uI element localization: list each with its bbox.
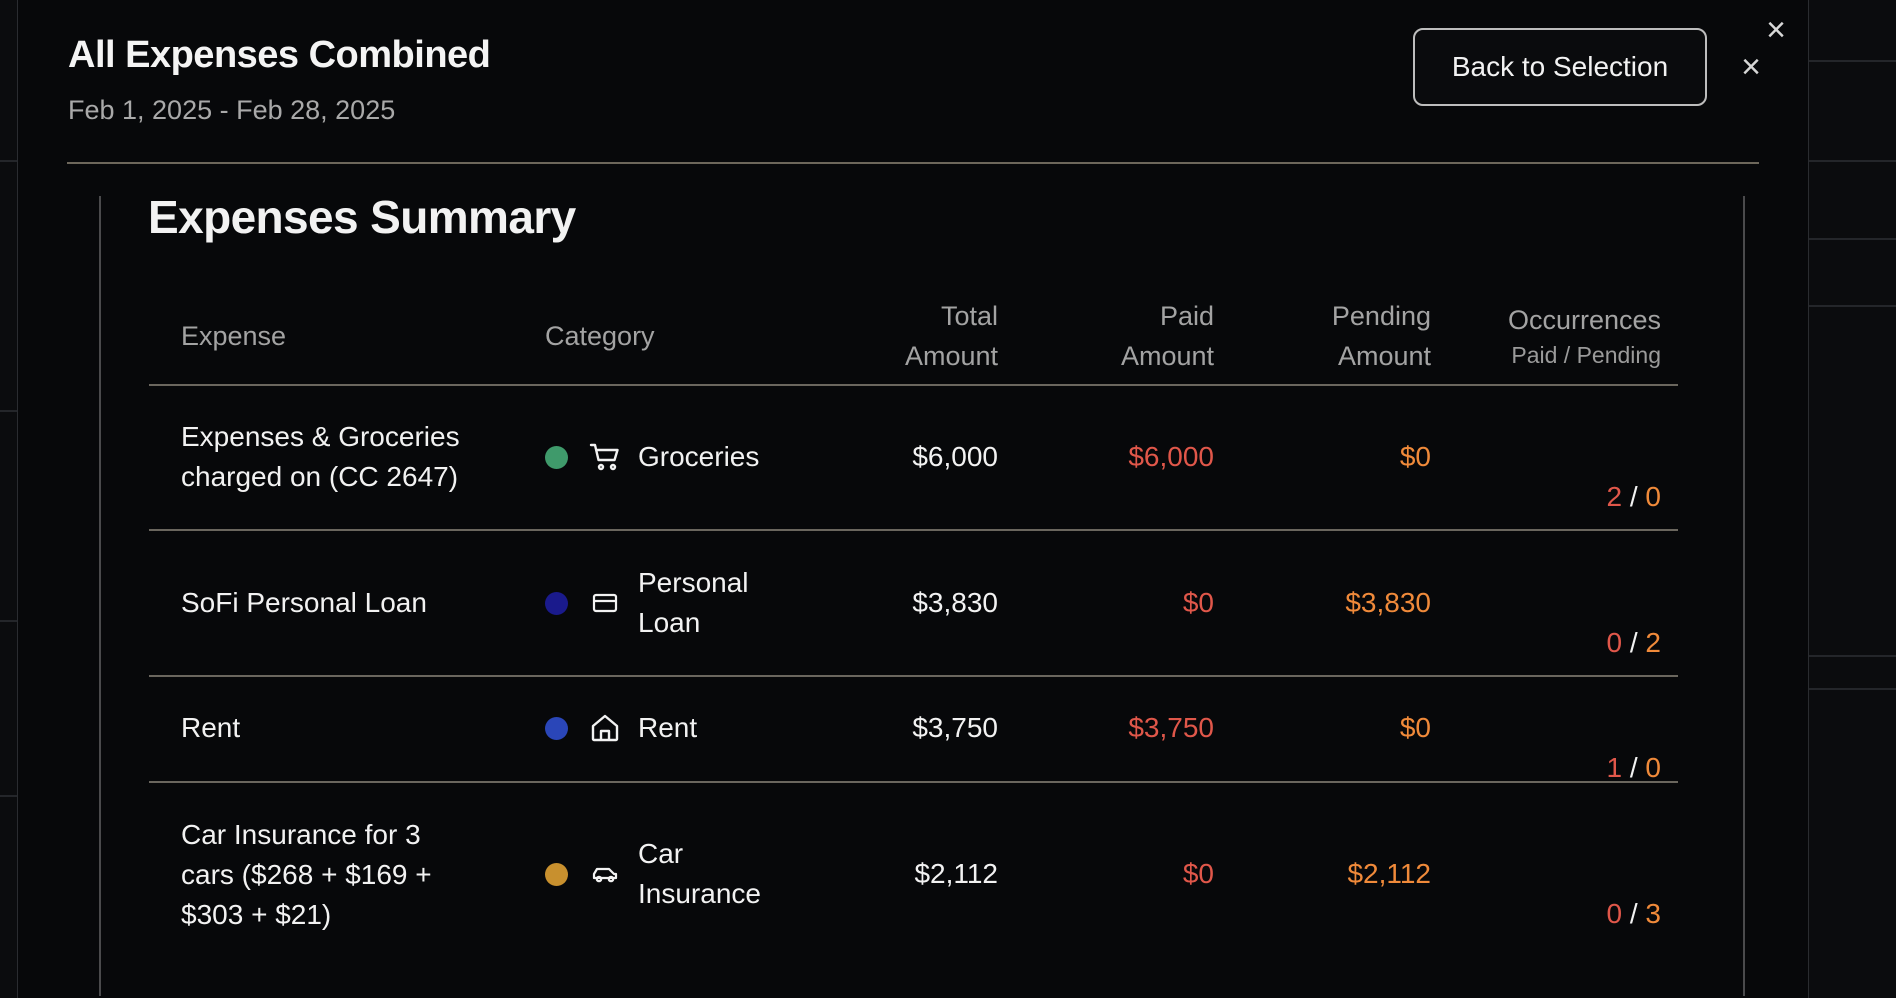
category-cell: Groceries (545, 437, 759, 477)
header-line: Pending (1331, 301, 1431, 331)
paid-amount: $3,750 (1128, 712, 1214, 743)
occurrences-pending: 0 (1645, 481, 1661, 512)
background-divider (1808, 160, 1896, 162)
car-icon (588, 857, 622, 891)
category-cell: Personal Loan (545, 563, 749, 643)
back-to-selection-button[interactable]: Back to Selection (1413, 28, 1707, 106)
category-line: Loan (638, 607, 701, 638)
table-header-divider (149, 384, 1678, 386)
header-line: Amount (1337, 341, 1431, 371)
home-icon (588, 711, 622, 745)
expense-line: SoFi Personal Loan (181, 587, 427, 618)
category-line: Insurance (638, 878, 761, 909)
occurrences-pending: 3 (1645, 898, 1661, 929)
column-header-expense: Expense (181, 321, 287, 351)
cart-icon (588, 440, 622, 474)
pending-amount: $0 (1399, 712, 1431, 743)
category-line: Car (638, 838, 684, 869)
expense-line: $303 + $21) (181, 899, 332, 930)
column-header-occurrences: Occurrences Paid / Pending (1428, 300, 1661, 370)
header-divider (67, 162, 1759, 164)
modal-title: All Expenses Combined (68, 34, 491, 76)
pending-amount: $0 (1399, 441, 1431, 472)
expenses-modal: × All Expenses Combined Feb 1, 2025 - Fe… (17, 0, 1809, 998)
category-color-dot (545, 445, 568, 469)
row-divider (149, 529, 1678, 531)
column-header-total: Total Amount (798, 296, 998, 376)
occurrences-separator: / (1622, 752, 1646, 783)
background-divider (0, 160, 17, 162)
column-header-pending: Pending Amount (1231, 296, 1431, 376)
category-cell: Car Insurance (545, 834, 761, 914)
paid-amount: $0 (1182, 587, 1214, 618)
occurrences-separator: / (1622, 627, 1646, 658)
total-amount: $6,000 (912, 441, 998, 472)
date-range: Feb 1, 2025 - Feb 28, 2025 (68, 95, 396, 125)
total-amount: $2,112 (914, 858, 998, 889)
category-label: Car Insurance (638, 834, 761, 914)
category-color-dot (545, 716, 568, 740)
column-header-category: Category (545, 321, 655, 351)
expense-line: Expenses & Groceries (181, 421, 460, 452)
header-line: Total (940, 301, 998, 331)
expense-name: SoFi Personal Loan (181, 583, 511, 623)
background-divider (0, 410, 17, 412)
pending-amount: $3,830 (1345, 587, 1431, 618)
category-line: Personal (638, 567, 749, 598)
background-divider (1808, 60, 1896, 62)
occurrences: 2 / 0 (1428, 437, 1662, 557)
occurrences-paid: 0 (1606, 627, 1623, 658)
occurrences-pending: 2 (1645, 627, 1661, 658)
occurrences-paid: 1 (1606, 752, 1623, 783)
header-line: Occurrences (1507, 305, 1661, 335)
background-divider (1808, 305, 1896, 307)
category-cell: Rent (545, 708, 697, 748)
occurrences: 0 / 2 (1428, 583, 1662, 703)
category-color-dot (545, 862, 568, 886)
top-close-icon[interactable]: × (1758, 12, 1794, 48)
background-divider (0, 620, 17, 622)
expense-name: Rent (181, 708, 511, 748)
expense-line: Rent (181, 712, 241, 743)
category-label: Personal Loan (638, 563, 749, 643)
row-divider (149, 675, 1678, 677)
credit-card-icon (588, 586, 622, 620)
total-amount: $3,750 (912, 712, 998, 743)
occurrences: 1 / 0 (1428, 708, 1662, 828)
occurrences-paid: 0 (1606, 898, 1623, 929)
occurrences-separator: / (1622, 898, 1646, 929)
expense-line: cars ($268 + $169 + (181, 859, 432, 890)
background-divider (1808, 238, 1896, 240)
column-header-paid: Paid Amount (1014, 296, 1214, 376)
background-divider (1808, 688, 1896, 690)
category-color-dot (545, 591, 568, 615)
occurrences-paid: 2 (1606, 481, 1623, 512)
background-divider (1808, 655, 1896, 657)
header-line: Paid (1159, 301, 1214, 331)
expense-line: charged on (CC 2647) (181, 461, 459, 492)
paid-amount: $0 (1182, 858, 1214, 889)
paid-amount: $6,000 (1128, 441, 1214, 472)
category-label: Groceries (638, 441, 760, 472)
header-subline: Paid / Pending (1511, 342, 1661, 368)
occurrences-separator: / (1622, 481, 1646, 512)
total-amount: $3,830 (912, 587, 998, 618)
background-divider (0, 795, 17, 797)
expense-name: Expenses & Groceries charged on (CC 2647… (181, 417, 511, 497)
occurrences-pending: 0 (1645, 752, 1661, 783)
expense-line: Car Insurance for 3 (181, 819, 421, 850)
row-divider (149, 781, 1678, 783)
section-title: Expenses Summary (148, 191, 576, 243)
header-line: Amount (1120, 341, 1214, 371)
pending-amount: $2,112 (1347, 858, 1431, 889)
occurrences: 0 / 3 (1428, 854, 1662, 974)
header-line: Amount (904, 341, 998, 371)
expense-name: Car Insurance for 3 cars ($268 + $169 + … (181, 815, 511, 935)
category-label: Rent (638, 712, 698, 743)
close-icon[interactable]: × (1732, 48, 1770, 86)
